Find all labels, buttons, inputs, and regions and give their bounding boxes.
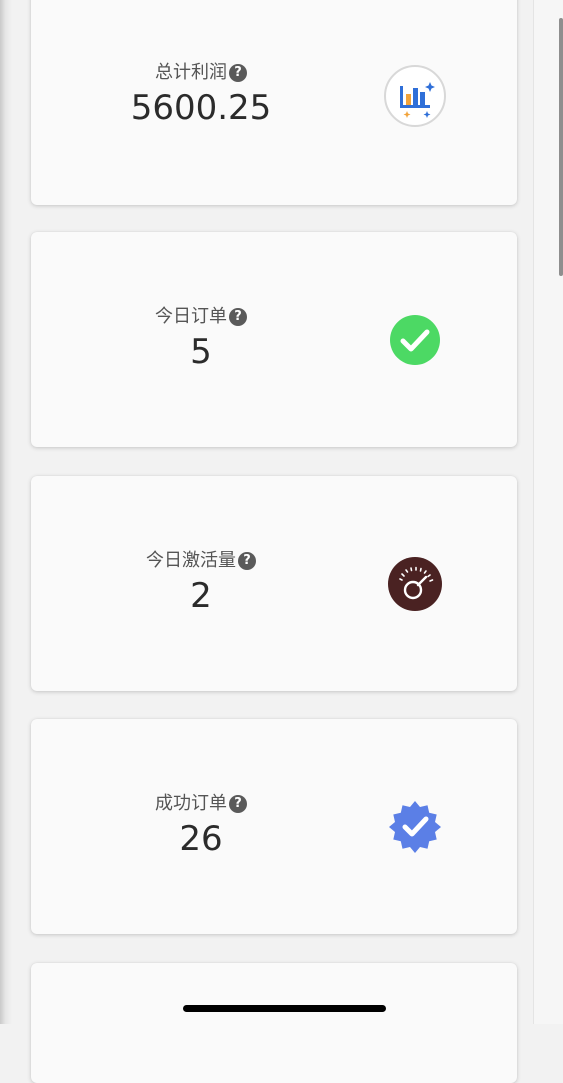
stat-block: 成功订单 ? 26 [81, 791, 321, 859]
stat-label: 今日订单 [155, 306, 227, 327]
stat-label-row: 今日激活量 ? [81, 548, 321, 574]
help-icon[interactable]: ? [229, 795, 247, 813]
help-icon[interactable]: ? [238, 552, 256, 570]
stat-block: 总计利润 ? 5600.25 [81, 60, 321, 128]
stat-value: 5 [190, 332, 212, 372]
home-indicator[interactable] [183, 1005, 386, 1012]
bar-chart-icon [384, 65, 446, 127]
stat-value: 5600.25 [130, 88, 272, 128]
stat-card-successful-orders: 成功订单 ? 26 [31, 719, 517, 934]
stat-label: 今日激活量 [146, 550, 236, 571]
stat-value: 26 [179, 819, 223, 859]
check-circle-icon [390, 315, 440, 365]
stat-label-row: 总计利润 ? [81, 60, 321, 86]
stat-label: 成功订单 [155, 793, 227, 814]
stat-card-today-activations: 今日激活量 ? 2 [31, 476, 517, 691]
stat-card-total-profit: 总计利润 ? 5600.25 [31, 0, 517, 205]
left-edge-shadow [0, 0, 12, 1024]
help-icon[interactable]: ? [229, 64, 247, 82]
stat-card-partial [31, 963, 517, 1083]
speedometer-icon [388, 557, 442, 611]
stat-value: 2 [190, 576, 212, 616]
help-icon[interactable]: ? [229, 308, 247, 326]
stat-card-today-orders: 今日订单 ? 5 [31, 232, 517, 447]
stat-label-row: 成功订单 ? [81, 791, 321, 817]
stat-block: 今日激活量 ? 2 [81, 548, 321, 616]
stat-block: 今日订单 ? 5 [81, 304, 321, 372]
stat-label-row: 今日订单 ? [81, 304, 321, 330]
stat-label: 总计利润 [155, 62, 227, 83]
scrollbar-thumb[interactable] [559, 18, 563, 276]
verified-badge-icon [389, 801, 441, 853]
